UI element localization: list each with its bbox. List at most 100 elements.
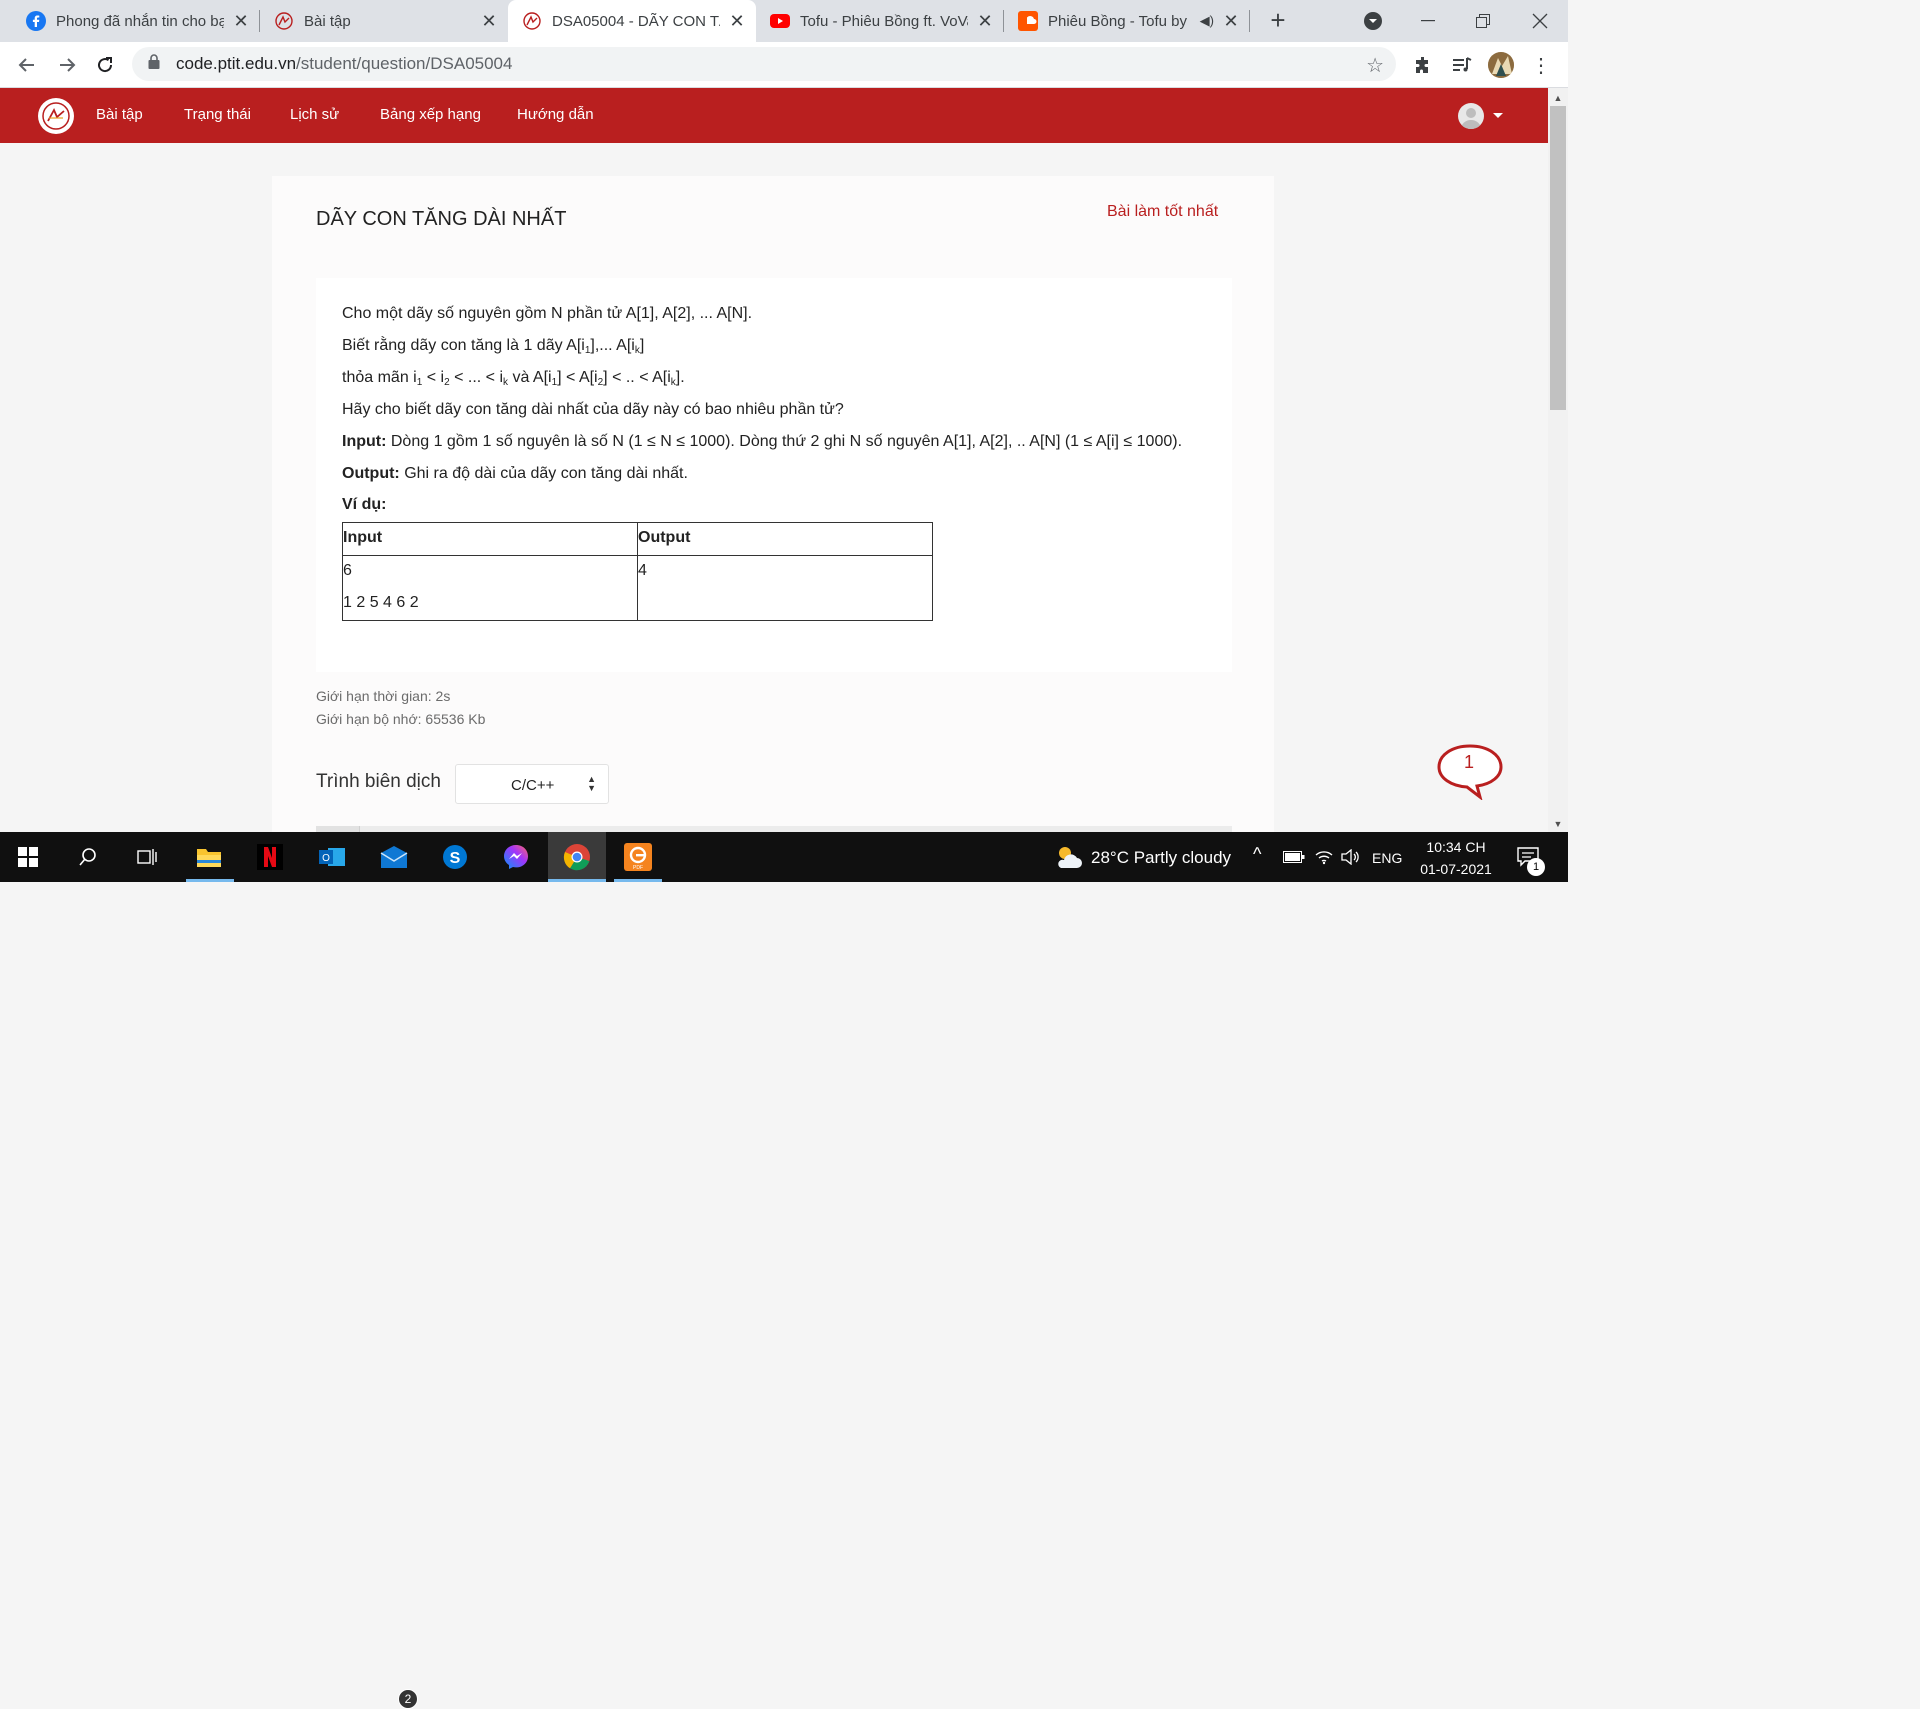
chat-count: 1 bbox=[1464, 752, 1475, 772]
close-icon[interactable]: ✕ bbox=[976, 11, 994, 32]
reload-button[interactable] bbox=[90, 50, 120, 80]
arrow-right-icon bbox=[60, 58, 76, 72]
input-label: Input: bbox=[342, 433, 387, 450]
tab-title: Phiêu Bồng - Tofu by bbox=[1048, 12, 1187, 30]
close-icon[interactable]: ✕ bbox=[728, 11, 746, 32]
restore-button[interactable] bbox=[1455, 0, 1511, 42]
tab-bai-tap[interactable]: Bài tập ✕ bbox=[260, 0, 508, 42]
mail-icon[interactable] bbox=[378, 841, 410, 873]
close-window-button[interactable] bbox=[1512, 0, 1568, 42]
nav-bai-tap[interactable]: Bài tập bbox=[96, 106, 143, 123]
active-indicator bbox=[548, 879, 606, 882]
url-text: code.ptit.edu.vn/student/question/DSA050… bbox=[176, 54, 512, 74]
nav-lich-su[interactable]: Lịch sử bbox=[290, 106, 339, 123]
pdf-app-icon[interactable]: PDF bbox=[622, 841, 654, 873]
select-arrows-icon: ▲ ▼ bbox=[587, 774, 596, 793]
task-view-icon[interactable] bbox=[131, 841, 163, 873]
clock-time[interactable]: 10:34 CH bbox=[1416, 839, 1496, 855]
minimize-button[interactable] bbox=[1400, 0, 1456, 42]
compiler-select[interactable]: C/C++ ▲ ▼ bbox=[455, 764, 609, 804]
outlook-icon[interactable]: O bbox=[316, 841, 348, 873]
tab-title: DSA05004 - DÃY CON TĂN bbox=[552, 12, 720, 30]
example-input-line: 6 bbox=[343, 562, 352, 579]
lock-icon[interactable] bbox=[148, 54, 164, 74]
scroll-up-icon[interactable]: ▲ bbox=[1548, 90, 1568, 106]
tab-soundcloud[interactable]: Phiêu Bồng - Tofu by ◀) ✕ bbox=[1004, 0, 1250, 42]
nav-bang-xep-hang[interactable]: Bảng xếp hạng bbox=[380, 106, 481, 123]
search-icon[interactable] bbox=[72, 841, 104, 873]
youtube-icon bbox=[770, 11, 790, 31]
statement-line: thỏa mãn i1 < i2 < ... < ik và A[i1] < A… bbox=[342, 369, 685, 388]
scrollbar-thumb[interactable] bbox=[1550, 106, 1566, 410]
example-heading: Ví dụ: bbox=[342, 496, 387, 513]
example-output-line: 4 bbox=[638, 562, 647, 579]
tab-separator bbox=[1249, 10, 1250, 32]
speaker-icon[interactable]: ◀) bbox=[1200, 13, 1214, 29]
scroll-down-icon[interactable]: ▼ bbox=[1548, 816, 1568, 832]
windows-taskbar: O 2 S PDF 28°C Partly cloudy ^ ENG 10:34… bbox=[0, 832, 1568, 1709]
close-icon[interactable]: ✕ bbox=[1222, 11, 1240, 32]
tab-title: Tofu - Phiêu Bồng ft. VoVa bbox=[800, 12, 968, 30]
chevron-down-icon[interactable] bbox=[1493, 113, 1503, 118]
chrome-icon[interactable] bbox=[561, 841, 593, 873]
nav-trang-thai[interactable]: Trạng thái bbox=[184, 106, 251, 123]
more-menu-icon[interactable]: ⋮ bbox=[1528, 52, 1554, 78]
svg-text:S: S bbox=[450, 850, 461, 867]
netflix-icon[interactable] bbox=[254, 841, 286, 873]
close-icon[interactable]: ✕ bbox=[232, 11, 250, 32]
messenger-icon[interactable] bbox=[500, 841, 532, 873]
language-indicator[interactable]: ENG bbox=[1372, 850, 1402, 866]
statement-line: Hãy cho biết dãy con tăng dài nhất của d… bbox=[342, 401, 844, 418]
restore-icon bbox=[1476, 14, 1490, 28]
tab-title: Phong đã nhắn tin cho bạ bbox=[56, 12, 224, 30]
clock-date[interactable]: 01-07-2021 bbox=[1414, 861, 1498, 877]
problem-title: DÃY CON TĂNG DÀI NHẤT bbox=[316, 208, 567, 230]
chat-bubble-icon[interactable]: 1 bbox=[1436, 742, 1504, 801]
tab-youtube[interactable]: Tofu - Phiêu Bồng ft. VoVa ✕ bbox=[756, 0, 1004, 42]
battery-icon[interactable] bbox=[1278, 841, 1310, 873]
minimize-icon bbox=[1421, 20, 1435, 22]
output-label: Output: bbox=[342, 465, 400, 482]
tab-dsa05004[interactable]: DSA05004 - DÃY CON TĂN ✕ bbox=[508, 0, 756, 42]
compiler-label: Trình biên dịch bbox=[316, 771, 441, 792]
nav-huong-dan[interactable]: Hướng dẫn bbox=[517, 106, 594, 123]
close-icon[interactable]: ✕ bbox=[480, 11, 498, 32]
output-spec: Output: Ghi ra độ dài của dãy con tăng d… bbox=[342, 465, 688, 483]
browser-toolbar: code.ptit.edu.vn/student/question/DSA050… bbox=[0, 42, 1568, 88]
best-solution-link[interactable]: Bài làm tốt nhất bbox=[1107, 203, 1218, 221]
weather-text[interactable]: 28°C Partly cloudy bbox=[1091, 848, 1231, 868]
tab-search-button[interactable] bbox=[1345, 0, 1401, 42]
example-table: Input Output 6 1 2 5 4 6 2 4 bbox=[342, 522, 933, 621]
tab-facebook[interactable]: Phong đã nhắn tin cho bạ ✕ bbox=[12, 0, 260, 42]
windows-start-icon[interactable] bbox=[12, 841, 44, 873]
url-path: /student/question/DSA05004 bbox=[296, 54, 513, 73]
file-explorer-icon[interactable] bbox=[193, 841, 225, 873]
media-control-icon[interactable] bbox=[1449, 52, 1475, 78]
soundcloud-icon bbox=[1018, 11, 1038, 31]
statement-line: Cho một dãy số nguyên gồm N phần tử A[1]… bbox=[342, 305, 753, 322]
chevron-up-icon[interactable]: ^ bbox=[1253, 844, 1261, 865]
ptit-logo[interactable] bbox=[38, 98, 74, 134]
facebook-icon bbox=[26, 11, 46, 31]
page-scrollbar[interactable]: ▲ ▼ bbox=[1548, 88, 1568, 832]
skype-icon[interactable]: S bbox=[439, 841, 471, 873]
active-indicator bbox=[614, 879, 662, 882]
input-text: Dòng 1 gồm 1 số nguyên là số N (1 ≤ N ≤ … bbox=[386, 433, 1183, 450]
extensions-icon[interactable] bbox=[1410, 52, 1436, 78]
ptit-logo-icon bbox=[522, 11, 542, 31]
chevron-down-icon bbox=[1364, 12, 1382, 30]
back-button[interactable] bbox=[12, 50, 42, 80]
volume-icon[interactable] bbox=[1334, 841, 1366, 873]
user-avatar[interactable] bbox=[1458, 103, 1484, 129]
ptit-logo-icon bbox=[274, 11, 294, 31]
address-bar[interactable]: code.ptit.edu.vn/student/question/DSA050… bbox=[132, 47, 1396, 81]
bookmark-star-icon[interactable]: ☆ bbox=[1366, 53, 1384, 78]
weather-icon[interactable] bbox=[1052, 841, 1084, 873]
new-tab-button[interactable]: + bbox=[1264, 6, 1292, 34]
tab-strip: Phong đã nhắn tin cho bạ ✕ Bài tập ✕ DSA… bbox=[0, 0, 1568, 42]
notification-badge: 1 bbox=[1527, 858, 1545, 876]
example-header-input: Input bbox=[342, 522, 638, 556]
forward-button[interactable] bbox=[52, 50, 82, 80]
output-text: Ghi ra độ dài của dãy con tăng dài nhất. bbox=[399, 465, 688, 482]
profile-avatar[interactable] bbox=[1488, 52, 1514, 78]
